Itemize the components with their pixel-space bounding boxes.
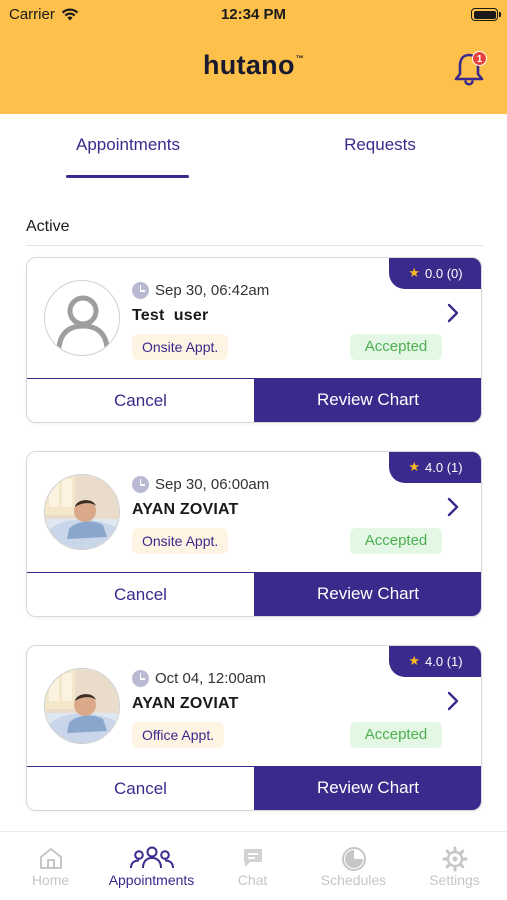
appointment-type-badge: Onsite Appt.	[132, 528, 229, 554]
tabbar-item-schedules[interactable]: Schedules	[303, 832, 404, 900]
schedule-icon	[341, 847, 366, 871]
status-badge: Accepted	[350, 334, 442, 360]
patient-name: Test user	[132, 307, 209, 324]
avatar	[44, 668, 120, 744]
status-badge: Accepted	[350, 528, 442, 554]
rating-value: 0.0 (0)	[425, 265, 463, 281]
datetime-text: Oct 04, 12:00am	[155, 670, 266, 687]
tabbar-item-chat[interactable]: Chat	[202, 832, 303, 900]
tab-appointments[interactable]: Appointments	[66, 135, 190, 155]
tabbar-label: Appointments	[108, 872, 195, 888]
home-icon	[39, 848, 62, 869]
rating-badge: ★ 4.0 (1)	[389, 452, 481, 483]
patient-photo	[45, 669, 119, 743]
appointment-datetime: Sep 30, 06:00am	[132, 476, 269, 493]
clock-icon	[132, 670, 149, 687]
avatar	[44, 280, 120, 356]
appointment-card[interactable]: ★ 4.0 (1) Oct 04, 12:00am AYAN ZOVIAT Of…	[26, 645, 482, 811]
card-actions: Cancel Review Chart	[27, 572, 481, 616]
review-chart-button[interactable]: Review Chart	[255, 766, 481, 810]
datetime-text: Sep 30, 06:42am	[155, 282, 270, 299]
bottom-tab-bar: Home Appointments Chat Schedules Setting…	[0, 831, 507, 900]
appointment-datetime: Sep 30, 06:42am	[132, 282, 269, 299]
star-icon: ★	[408, 459, 421, 474]
chevron-right-icon[interactable]	[446, 690, 460, 712]
people-icon	[129, 846, 174, 869]
rating-badge: ★ 0.0 (0)	[389, 258, 481, 289]
tabbar-label: Chat	[237, 872, 268, 888]
status-time: 12:34 PM	[220, 6, 287, 23]
rating-value: 4.0 (1)	[425, 653, 463, 669]
chevron-right-icon[interactable]	[446, 302, 460, 324]
tabbar-label: Settings	[429, 872, 480, 888]
star-icon: ★	[408, 265, 421, 280]
patient-name: AYAN ZOVIAT	[132, 695, 239, 712]
card-actions: Cancel Review Chart	[27, 378, 481, 422]
review-chart-button[interactable]: Review Chart	[255, 572, 481, 616]
tabbar-item-appointments[interactable]: Appointments	[101, 832, 202, 900]
review-chart-button[interactable]: Review Chart	[255, 378, 481, 422]
tabbar-item-home[interactable]: Home	[0, 832, 101, 900]
clock-icon	[132, 476, 149, 493]
appointment-datetime: Oct 04, 12:00am	[132, 670, 266, 687]
default-avatar-icon	[56, 295, 110, 350]
cancel-button[interactable]: Cancel	[27, 572, 255, 616]
tab-requests[interactable]: Requests	[320, 135, 440, 155]
app-logo: hutano™	[0, 50, 507, 81]
tabbar-item-settings[interactable]: Settings	[404, 832, 505, 900]
avatar	[44, 474, 120, 550]
rating-value: 4.0 (1)	[425, 459, 463, 475]
trademark-mark: ™	[295, 54, 305, 63]
appointment-card[interactable]: ★ 4.0 (1) Sep 30, 06:00am AYAN ZOVIAT On…	[26, 451, 482, 617]
card-actions: Cancel Review Chart	[27, 766, 481, 810]
appointment-type-badge: Office Appt.	[132, 722, 225, 748]
datetime-text: Sep 30, 06:00am	[155, 476, 270, 493]
active-tab-indicator	[66, 175, 189, 178]
status-bar: Carrier 12:34 PM	[0, 0, 507, 30]
section-title: Active	[26, 218, 70, 235]
tabbar-label: Schedules	[320, 872, 387, 888]
status-badge: Accepted	[350, 722, 442, 748]
chevron-right-icon[interactable]	[446, 496, 460, 518]
appointment-type-badge: Onsite Appt.	[132, 334, 229, 360]
rating-badge: ★ 4.0 (1)	[389, 646, 481, 677]
notification-badge: 1	[472, 51, 487, 66]
cancel-button[interactable]: Cancel	[27, 766, 255, 810]
patient-name: AYAN ZOVIAT	[132, 501, 239, 518]
app-header: Carrier 12:34 PM hutano™ 1	[0, 0, 507, 114]
logo-text: hutano	[202, 50, 295, 80]
appointment-card[interactable]: ★ 0.0 (0) Sep 30, 06:42am Test user Onsi…	[26, 257, 482, 423]
tabbar-label: Home	[31, 872, 70, 888]
patient-photo	[45, 475, 119, 549]
battery-icon	[471, 8, 501, 21]
star-icon: ★	[408, 653, 421, 668]
cancel-button[interactable]: Cancel	[27, 378, 255, 422]
chat-icon	[243, 849, 262, 867]
section-divider	[26, 245, 483, 246]
clock-icon	[132, 282, 149, 299]
gear-icon	[442, 846, 467, 872]
